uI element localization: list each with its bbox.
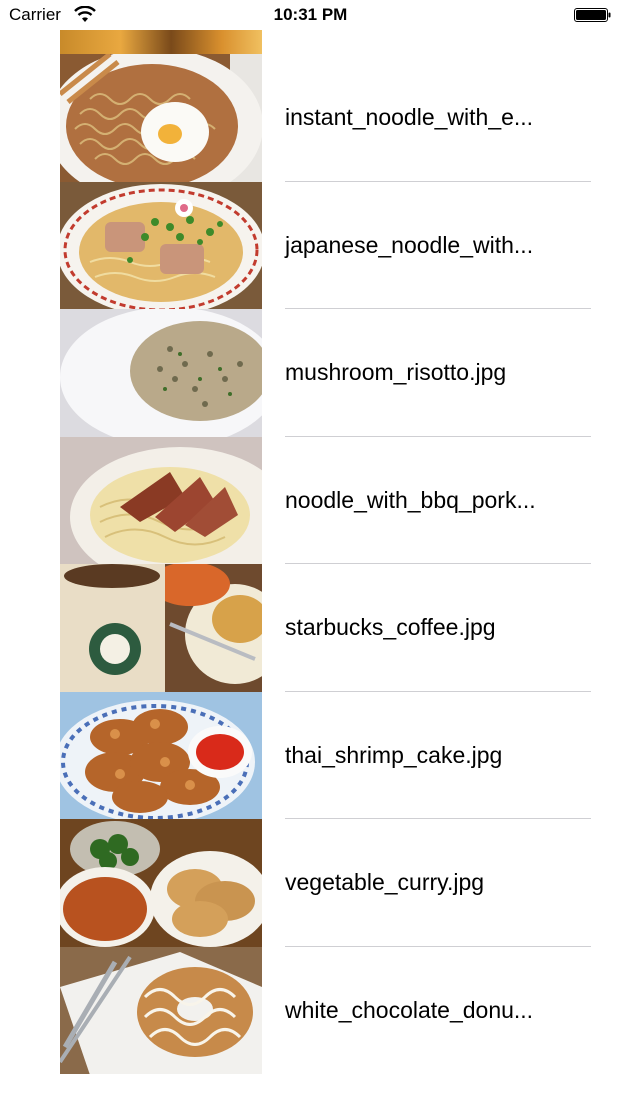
bbq-pork-noodle-thumbnail	[60, 436, 262, 564]
status-bar: Carrier 10:31 PM	[0, 0, 621, 30]
photo-name: noodle_with_bbq_pork...	[285, 486, 536, 513]
previous-row-thumbnail-partial[interactable]	[60, 30, 262, 54]
photo-list: instant_noodle_with_e... japanese_noodle…	[0, 54, 621, 1074]
mushroom-risotto-thumbnail	[60, 309, 262, 437]
status-time: 10:31 PM	[273, 5, 348, 24]
photo-name: vegetable_curry.jpg	[285, 869, 485, 895]
list-item[interactable]: mushroom_risotto.jpg	[0, 309, 621, 437]
list-item[interactable]: white_chocolate_donu...	[0, 946, 621, 1074]
starbucks-coffee-thumbnail	[60, 564, 262, 692]
photo-name: mushroom_risotto.jpg	[285, 359, 507, 385]
photo-name: thai_shrimp_cake.jpg	[285, 741, 503, 768]
photo-name: japanese_noodle_with...	[285, 231, 534, 258]
white-chocolate-donut-thumbnail	[60, 946, 262, 1074]
list-item[interactable]: vegetable_curry.jpg	[0, 819, 621, 947]
vegetable-curry-thumbnail	[60, 819, 262, 947]
list-item[interactable]: thai_shrimp_cake.jpg	[0, 691, 621, 819]
list-item[interactable]: noodle_with_bbq_pork...	[0, 436, 621, 564]
instant-noodle-thumbnail	[60, 54, 262, 182]
list-item[interactable]: instant_noodle_with_e...	[0, 54, 621, 182]
japanese-noodle-thumbnail	[60, 181, 262, 309]
thai-shrimp-cake-thumbnail	[60, 691, 262, 819]
photo-name: white_chocolate_donu...	[285, 996, 534, 1023]
photo-name: starbucks_coffee.jpg	[285, 614, 496, 640]
photo-name: instant_noodle_with_e...	[285, 104, 534, 130]
list-item[interactable]: starbucks_coffee.jpg	[0, 564, 621, 692]
battery-icon	[574, 8, 611, 22]
list-item[interactable]: japanese_noodle_with...	[0, 181, 621, 309]
